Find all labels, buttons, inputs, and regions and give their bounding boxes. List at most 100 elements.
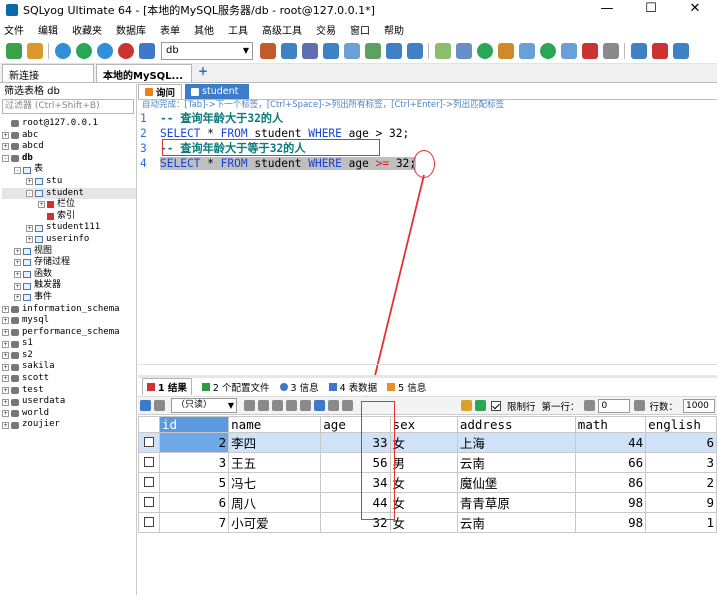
menu-tools[interactable]: 工具 bbox=[228, 22, 248, 37]
execute-query-icon[interactable] bbox=[54, 42, 71, 59]
tab-student[interactable]: student bbox=[185, 84, 250, 99]
cell-address[interactable]: 云南 bbox=[456, 452, 576, 473]
table-row[interactable]: 7 小可爱 32 女云南 98 1 bbox=[138, 512, 717, 533]
tree-node[interactable]: + 栏位 bbox=[2, 199, 136, 211]
tree-node[interactable]: + zoujier bbox=[2, 419, 136, 431]
new-connection-icon[interactable] bbox=[5, 42, 22, 59]
cell-name[interactable]: 小可爱 bbox=[228, 512, 322, 533]
rows-count-input[interactable]: 1000 bbox=[683, 398, 715, 413]
filter-icon[interactable] bbox=[461, 400, 473, 411]
tree-node[interactable]: + information_schema bbox=[2, 304, 136, 316]
menu-window[interactable]: 窗口 bbox=[350, 22, 370, 37]
expand-icon[interactable]: + bbox=[38, 201, 45, 209]
menu-table[interactable]: 表单 bbox=[160, 22, 180, 37]
tree-node[interactable]: + test bbox=[2, 385, 136, 397]
cell-name[interactable]: 周八 bbox=[228, 492, 322, 513]
cell-name[interactable]: 王五 bbox=[228, 452, 322, 473]
expand-icon[interactable]: + bbox=[14, 247, 21, 255]
cell-address[interactable]: 青青草原 bbox=[456, 492, 576, 513]
tree-node[interactable]: + 触发器 bbox=[2, 280, 136, 292]
tree-node[interactable]: + userdata bbox=[2, 396, 136, 408]
sql-editor[interactable]: 1 -- 查询年龄大于32的人 2 SELECT * FROM student WH… bbox=[138, 111, 717, 365]
expand-icon[interactable]: + bbox=[2, 410, 9, 418]
expand-icon[interactable]: + bbox=[2, 143, 9, 151]
column-header-math[interactable]: math bbox=[574, 416, 647, 433]
cell-id[interactable]: 7 bbox=[158, 512, 230, 533]
expand-icon[interactable]: + bbox=[14, 294, 21, 302]
tree-node[interactable]: 索引 bbox=[2, 211, 136, 223]
expand-icon[interactable]: + bbox=[14, 259, 21, 267]
restore-icon[interactable] bbox=[406, 42, 423, 59]
menu-other[interactable]: 其他 bbox=[194, 22, 214, 37]
row-checkbox-cell[interactable] bbox=[138, 472, 160, 493]
cell-english[interactable]: 1 bbox=[645, 512, 717, 533]
expand-icon[interactable]: + bbox=[2, 398, 9, 406]
cell-english[interactable]: 2 bbox=[645, 472, 717, 493]
notify-icon[interactable] bbox=[560, 42, 577, 59]
tree-node[interactable]: + abcd bbox=[2, 141, 136, 153]
cell-id[interactable]: 2 bbox=[158, 432, 230, 453]
select-all-cell[interactable] bbox=[138, 416, 160, 433]
expand-icon[interactable]: + bbox=[2, 421, 9, 429]
expand-icon[interactable]: + bbox=[2, 375, 9, 383]
menu-favorites[interactable]: 收藏夹 bbox=[72, 22, 102, 37]
text-view-icon[interactable] bbox=[341, 400, 353, 411]
table-row[interactable]: 2 李四 33 女上海 44 6 bbox=[138, 432, 717, 453]
column-header-address[interactable]: address bbox=[456, 416, 576, 433]
tree-node[interactable]: + scott bbox=[2, 373, 136, 385]
tab-local-mysql[interactable]: 本地的MySQL... bbox=[96, 64, 192, 82]
copy-icon[interactable] bbox=[243, 400, 255, 411]
cell-sex[interactable]: 女 bbox=[389, 512, 458, 533]
row-checkbox-cell[interactable] bbox=[138, 492, 160, 513]
expand-icon[interactable]: + bbox=[2, 131, 9, 139]
expand-icon[interactable]: + bbox=[14, 282, 21, 290]
tab-profile[interactable]: 2 个配置文件 bbox=[201, 380, 270, 394]
expand-icon[interactable]: + bbox=[2, 386, 9, 394]
limit-rows-checkbox[interactable] bbox=[490, 400, 501, 411]
tree-node[interactable]: + userinfo bbox=[2, 234, 136, 246]
cell-sex[interactable]: 女 bbox=[389, 432, 458, 453]
tree-node[interactable]: + 视图 bbox=[2, 246, 136, 258]
tree-node[interactable]: + student111 bbox=[2, 222, 136, 234]
cell-name[interactable]: 冯七 bbox=[228, 472, 322, 493]
cell-id[interactable]: 3 bbox=[158, 452, 230, 473]
tree-node[interactable]: + 事件 bbox=[2, 292, 136, 304]
menu-edit[interactable]: 编辑 bbox=[38, 22, 58, 37]
data-sync-icon[interactable] bbox=[322, 42, 339, 59]
expand-icon[interactable]: + bbox=[2, 328, 9, 336]
filter-input[interactable]: 过滤器 (Ctrl+Shift+B) bbox=[2, 99, 134, 114]
query-builder-icon[interactable] bbox=[434, 42, 451, 59]
cell-math[interactable]: 66 bbox=[574, 452, 647, 473]
tab-new-connection[interactable]: 新连接 bbox=[2, 64, 94, 82]
undo-icon[interactable] bbox=[299, 400, 311, 411]
column-header-id[interactable]: id bbox=[158, 416, 230, 433]
history-icon[interactable] bbox=[539, 42, 556, 59]
form-view-icon[interactable] bbox=[327, 400, 339, 411]
add-tab-button[interactable]: + bbox=[194, 64, 212, 82]
tree-node[interactable]: + s2 bbox=[2, 350, 136, 362]
collapse-icon[interactable]: - bbox=[26, 189, 33, 197]
tab-info-2[interactable]: 5 信息 bbox=[387, 380, 426, 394]
table-row[interactable]: 3 王五 56 男云南 66 3 bbox=[138, 452, 717, 473]
tree-node[interactable]: - db bbox=[2, 153, 136, 165]
tree-node[interactable]: + world bbox=[2, 408, 136, 420]
cell-math[interactable]: 44 bbox=[574, 432, 647, 453]
execute-all-icon[interactable] bbox=[75, 42, 92, 59]
cell-sex[interactable]: 男 bbox=[389, 452, 458, 473]
refresh-icon[interactable] bbox=[475, 400, 487, 411]
cell-name[interactable]: 李四 bbox=[228, 432, 322, 453]
grid-view-icon[interactable] bbox=[313, 400, 325, 411]
import-icon[interactable] bbox=[343, 42, 360, 59]
tree-node[interactable]: + sakila bbox=[2, 361, 136, 373]
paste-icon[interactable] bbox=[257, 400, 269, 411]
cell-address[interactable]: 魔仙堡 bbox=[456, 472, 576, 493]
grid-options-icon[interactable] bbox=[139, 400, 151, 411]
table-tools-icon[interactable] bbox=[630, 42, 647, 59]
cell-address[interactable]: 上海 bbox=[456, 432, 576, 453]
cell-id[interactable]: 5 bbox=[158, 472, 230, 493]
cell-english[interactable]: 9 bbox=[645, 492, 717, 513]
expand-icon[interactable]: + bbox=[14, 271, 21, 279]
menu-transaction[interactable]: 交易 bbox=[316, 22, 336, 37]
database-selector[interactable]: db ▼ bbox=[161, 41, 253, 60]
scheduler-icon[interactable] bbox=[497, 42, 514, 59]
